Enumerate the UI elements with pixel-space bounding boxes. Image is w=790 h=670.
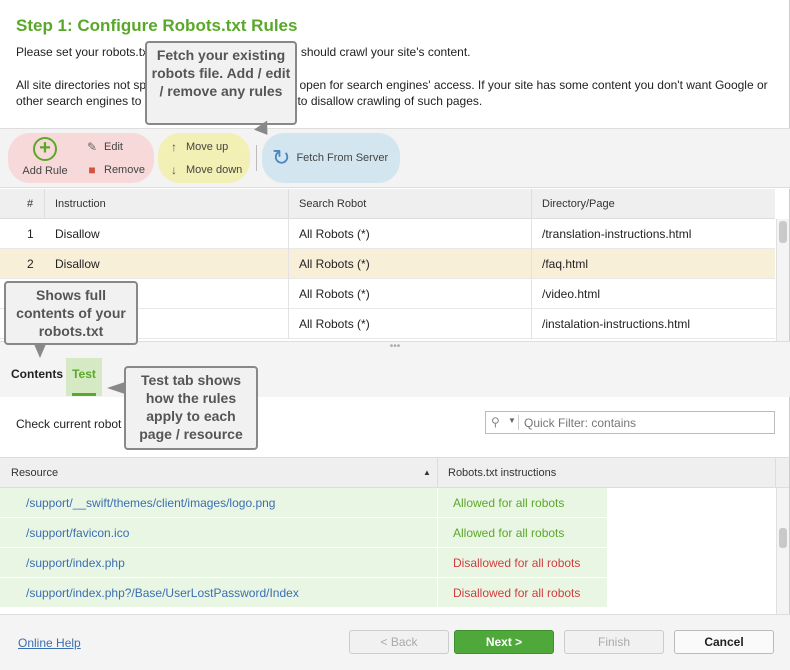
col-search-robot[interactable]: Search Robot (299, 198, 366, 210)
row-path: /instalation-instructions.html (542, 317, 691, 331)
col-number[interactable]: # (27, 198, 33, 210)
refresh-icon: ↻ (272, 145, 291, 170)
row-number: 1 (27, 227, 34, 241)
resource-link[interactable]: /support/favicon.ico (26, 526, 129, 540)
edit-button[interactable]: ✎ Edit (84, 140, 123, 154)
test-callout-pointer (107, 382, 125, 394)
resources-scrollbar[interactable] (776, 488, 789, 614)
status-allowed: Allowed for all robots (453, 526, 565, 540)
remove-label: Remove (104, 164, 145, 176)
table-row-selected[interactable]: 2 Disallow All Robots (*) /faq.html (0, 249, 775, 279)
table-row[interactable]: 1 Disallow All Robots (*) /translation-i… (0, 219, 775, 249)
status-allowed: Allowed for all robots (453, 496, 565, 510)
tab-test-label: Test (72, 367, 96, 381)
add-rule-button[interactable]: + Add Rule (20, 137, 70, 183)
test-callout: Test tab shows how the rules apply to ea… (124, 366, 258, 450)
row-path: /translation-instructions.html (542, 227, 692, 241)
row-robot: All Robots (*) (299, 227, 370, 241)
status-disallowed: Disallowed for all robots (453, 586, 581, 600)
table-row[interactable]: /support/index.php Disallowed for all ro… (0, 548, 775, 578)
chevron-down-icon[interactable]: ▼ (508, 416, 516, 425)
wizard-header: Step 1: Configure Robots.txt Rules Pleas… (0, 0, 790, 128)
add-rule-label: Add Rule (22, 165, 68, 177)
rules-scrollbar-thumb[interactable] (779, 221, 787, 243)
row-robot: All Robots (*) (299, 287, 370, 301)
resource-link[interactable]: /support/__swift/themes/client/images/lo… (26, 496, 275, 510)
fetch-label: Fetch From Server (296, 152, 389, 164)
online-help-link[interactable]: Online Help (18, 636, 81, 650)
plus-circle-icon: + (33, 137, 57, 161)
move-up-label: Move up (186, 141, 229, 153)
row-robot: All Robots (*) (299, 257, 370, 271)
trash-icon: ■ (88, 163, 96, 177)
page-title: Step 1: Configure Robots.txt Rules (16, 16, 298, 35)
resources-scrollbar-thumb[interactable] (779, 528, 787, 548)
check-robot-label: Check current robot (16, 417, 122, 431)
resource-link[interactable]: /support/index.php?/Base/UserLostPasswor… (26, 586, 299, 600)
row-robot: All Robots (*) (299, 317, 370, 331)
col-instruction[interactable]: Instruction (55, 198, 106, 210)
back-button[interactable]: < Back (349, 630, 449, 654)
arrow-down-icon: ↓ (171, 163, 177, 177)
table-row[interactable]: /support/favicon.ico Allowed for all rob… (0, 518, 775, 548)
tab-active-indicator (72, 393, 96, 396)
quick-filter[interactable]: ⚲ ▼ (485, 411, 775, 434)
fetch-callout-text: Fetch your existing robots file. Add / e… (151, 47, 291, 99)
move-down-button[interactable]: ↓ Move down (166, 163, 242, 177)
fetch-callout: Fetch your existing robots file. Add / e… (145, 41, 297, 125)
row-path: /faq.html (542, 257, 589, 271)
col-directory[interactable]: Directory/Page (542, 198, 615, 210)
toolbar-divider (256, 145, 257, 171)
edit-label: Edit (104, 141, 123, 153)
table-row[interactable]: /support/__swift/themes/client/images/lo… (0, 488, 775, 518)
resources-table-header: Resource ▲ Robots.txt instructions (0, 458, 789, 488)
move-up-button[interactable]: ↑ Move up (166, 140, 228, 154)
contents-callout-pointer (34, 344, 46, 358)
tab-test[interactable]: Test (66, 358, 102, 396)
remove-button[interactable]: ■ Remove (84, 163, 145, 177)
move-down-label: Move down (186, 164, 243, 176)
pencil-icon: ✎ (86, 140, 98, 154)
rules-toolbar: + Add Rule ✎ Edit ■ Remove ↑ Move up ↓ M… (0, 128, 790, 188)
search-icon[interactable]: ⚲ (491, 415, 500, 429)
row-instruction: Disallow (55, 257, 100, 271)
row-instruction: Disallow (55, 227, 100, 241)
quick-filter-input[interactable] (524, 414, 769, 431)
intro-text-line2: All site directories not specified in yo… (16, 78, 768, 108)
resources-table: Resource ▲ Robots.txt instructions /supp… (0, 457, 790, 614)
contents-callout-text: Shows full contents of your robots.txt (16, 287, 126, 339)
status-disallowed: Disallowed for all robots (453, 556, 581, 570)
col-resource[interactable]: Resource (11, 467, 58, 479)
next-button[interactable]: Next > (454, 630, 554, 654)
row-path: /video.html (542, 287, 601, 301)
finish-button[interactable]: Finish (564, 630, 664, 654)
sort-asc-icon[interactable]: ▲ (423, 468, 431, 477)
col-robots-instructions[interactable]: Robots.txt instructions (448, 467, 556, 479)
test-panel: Check current robot ⚲ ▼ (0, 397, 790, 457)
rules-scrollbar[interactable] (776, 219, 789, 341)
tab-contents[interactable]: Contents (11, 367, 63, 381)
test-callout-text: Test tab shows how the rules apply to ea… (139, 372, 243, 442)
arrow-up-icon: ↑ (171, 140, 177, 154)
row-number: 2 (27, 257, 34, 271)
cancel-button[interactable]: Cancel (674, 630, 774, 654)
contents-callout: Shows full contents of your robots.txt (4, 281, 138, 345)
fetch-from-server-button[interactable]: ↻ Fetch From Server (272, 145, 388, 171)
table-row[interactable]: /support/index.php?/Base/UserLostPasswor… (0, 578, 775, 608)
wizard-footer: Online Help < Back Next > Finish Cancel (0, 614, 790, 670)
resource-link[interactable]: /support/index.php (26, 556, 125, 570)
rules-table-header: # Instruction Search Robot Directory/Pag… (0, 189, 775, 219)
